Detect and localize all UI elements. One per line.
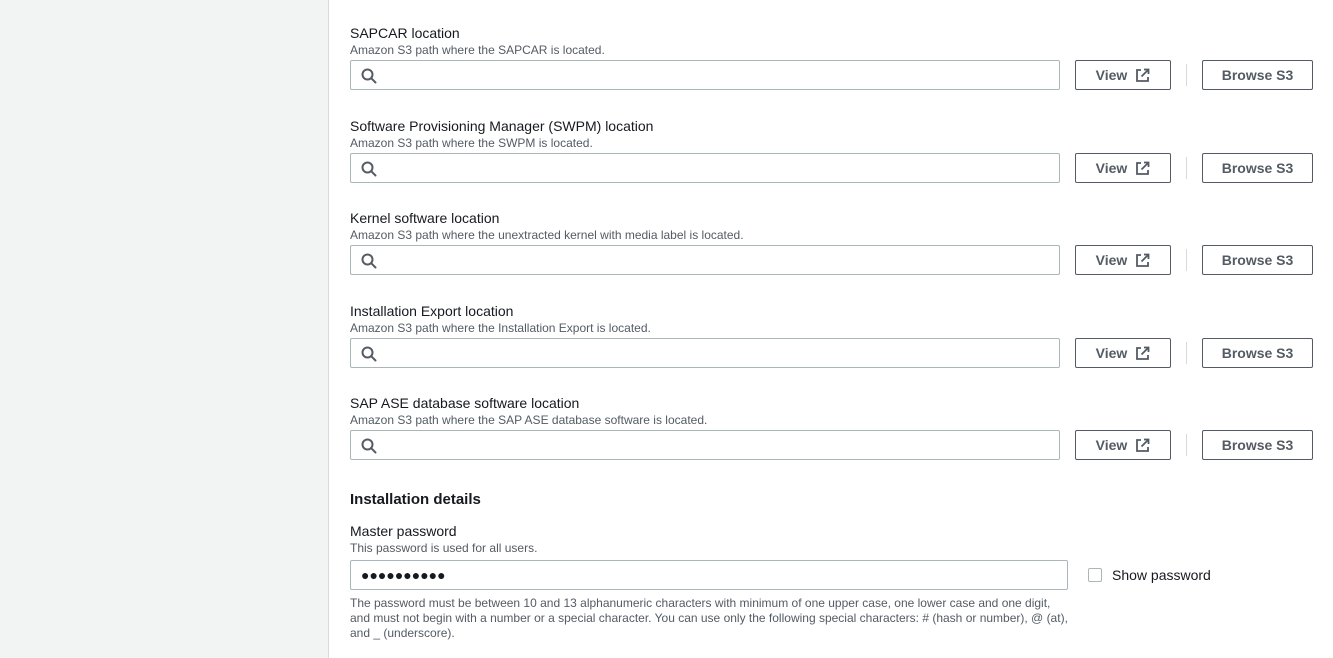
password-row: Show password <box>350 560 1313 590</box>
field-description: This password is used for all users. <box>350 541 538 555</box>
field-label: SAP ASE database software location <box>350 395 580 411</box>
field-label: SAPCAR location <box>350 25 460 41</box>
password-constraint-text: The password must be between 10 and 13 a… <box>350 596 1068 640</box>
sap-ase-location-field: SAP ASE database software location Amazo… <box>350 394 1313 460</box>
s3-path-input[interactable] <box>383 249 1051 271</box>
divider <box>1186 157 1187 179</box>
main-content: SAPCAR location Amazon S3 path where the… <box>330 0 1333 658</box>
external-link-icon <box>1136 68 1150 82</box>
s3-path-input[interactable] <box>383 64 1051 86</box>
sapcar-location-field: SAPCAR location Amazon S3 path where the… <box>350 24 1313 90</box>
s3-path-input-box[interactable] <box>350 60 1060 90</box>
field-row: View Browse S3 <box>350 245 1313 275</box>
view-button[interactable]: View <box>1075 153 1171 183</box>
view-button[interactable]: View <box>1075 430 1171 460</box>
search-icon <box>361 68 377 84</box>
show-password-toggle[interactable]: Show password <box>1088 567 1211 583</box>
field-row: View Browse S3 <box>350 153 1313 183</box>
view-button-label: View <box>1095 252 1128 268</box>
search-icon <box>361 438 377 454</box>
show-password-checkbox[interactable] <box>1088 568 1102 582</box>
field-row: View Browse S3 <box>350 430 1313 460</box>
search-icon <box>361 253 377 269</box>
field-label: Software Provisioning Manager (SWPM) loc… <box>350 118 654 134</box>
view-button-label: View <box>1095 437 1128 453</box>
s3-path-input-box[interactable] <box>350 430 1060 460</box>
field-description: Amazon S3 path where the Installation Ex… <box>350 321 651 335</box>
field-label: Installation Export location <box>350 303 514 319</box>
search-icon <box>361 161 377 177</box>
show-password-label: Show password <box>1112 567 1211 583</box>
view-button-label: View <box>1095 345 1128 361</box>
section-title-installation-details: Installation details <box>350 491 481 508</box>
view-button[interactable]: View <box>1075 60 1171 90</box>
browse-s3-button[interactable]: Browse S3 <box>1202 338 1313 368</box>
field-description: Amazon S3 path where the SAP ASE databas… <box>350 413 708 427</box>
field-description: Amazon S3 path where the unextracted ker… <box>350 228 744 242</box>
field-row: View Browse S3 <box>350 338 1313 368</box>
divider <box>1186 64 1187 86</box>
installation-export-location-field: Installation Export location Amazon S3 p… <box>350 302 1313 368</box>
external-link-icon <box>1136 438 1150 452</box>
browse-s3-button[interactable]: Browse S3 <box>1202 153 1313 183</box>
s3-path-input[interactable] <box>383 157 1051 179</box>
divider <box>1186 434 1187 456</box>
external-link-icon <box>1136 253 1150 267</box>
password-input-box[interactable] <box>350 560 1068 590</box>
view-button-label: View <box>1095 160 1128 176</box>
s3-path-input[interactable] <box>383 434 1051 456</box>
browse-s3-button[interactable]: Browse S3 <box>1202 430 1313 460</box>
field-description: Amazon S3 path where the SWPM is located… <box>350 136 593 150</box>
field-description: Amazon S3 path where the SAPCAR is locat… <box>350 43 605 57</box>
search-icon <box>361 346 377 362</box>
divider <box>1186 249 1187 271</box>
view-button-label: View <box>1095 67 1128 83</box>
s3-path-input[interactable] <box>383 342 1051 364</box>
external-link-icon <box>1136 346 1150 360</box>
s3-path-input-box[interactable] <box>350 245 1060 275</box>
divider <box>1186 342 1187 364</box>
side-navigation <box>0 0 329 658</box>
browse-s3-button[interactable]: Browse S3 <box>1202 245 1313 275</box>
s3-path-input-box[interactable] <box>350 338 1060 368</box>
field-label: Kernel software location <box>350 210 500 226</box>
view-button[interactable]: View <box>1075 245 1171 275</box>
password-input[interactable] <box>361 564 1057 586</box>
s3-path-input-box[interactable] <box>350 153 1060 183</box>
external-link-icon <box>1136 161 1150 175</box>
swpm-location-field: Software Provisioning Manager (SWPM) loc… <box>350 117 1313 183</box>
field-row: View Browse S3 <box>350 60 1313 90</box>
field-label: Master password <box>350 523 457 539</box>
browse-s3-button[interactable]: Browse S3 <box>1202 60 1313 90</box>
master-password-field: Master password This password is used fo… <box>350 522 1313 590</box>
kernel-location-field: Kernel software location Amazon S3 path … <box>350 209 1313 275</box>
view-button[interactable]: View <box>1075 338 1171 368</box>
